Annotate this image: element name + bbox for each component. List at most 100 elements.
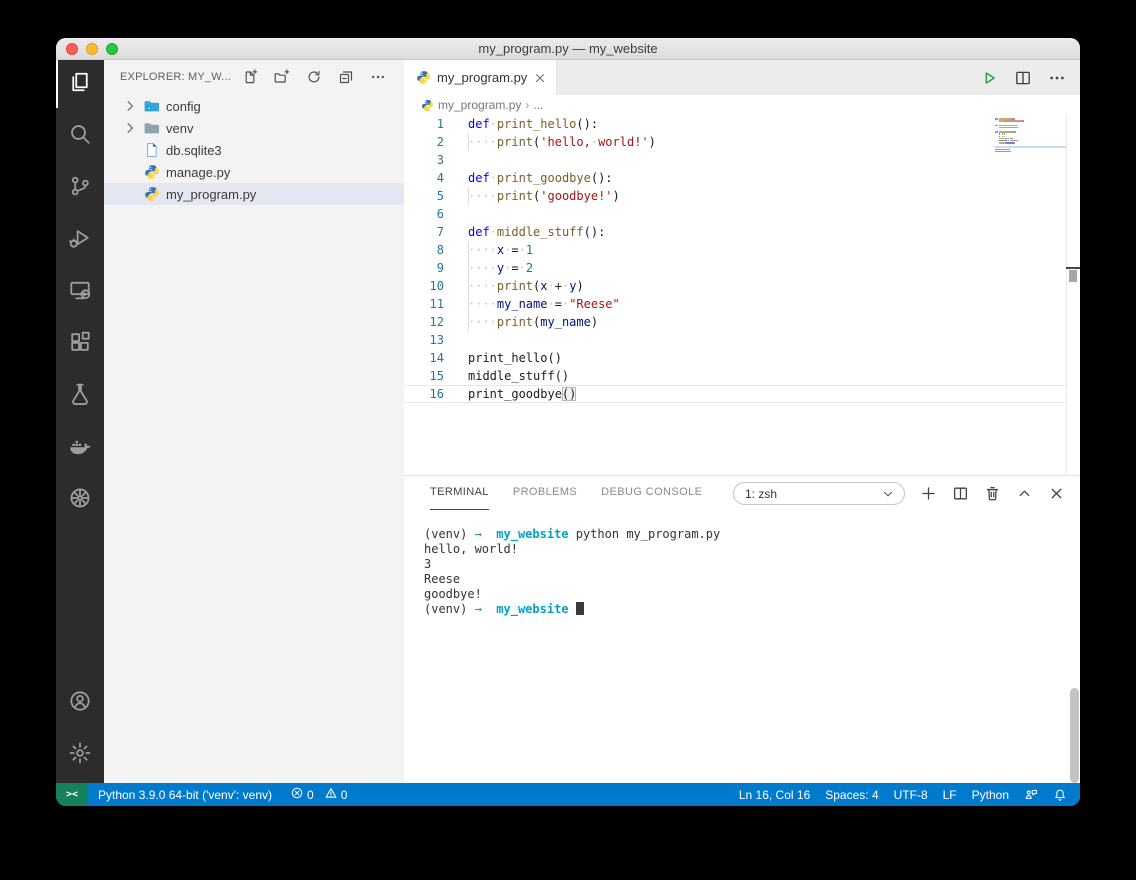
code-line[interactable]: 7 def·middle_stuff(): xyxy=(404,223,1066,241)
code-line[interactable]: 2 ····print('hello,·world!') xyxy=(404,133,1066,151)
code-line[interactable]: 1 def·print_hello(): xyxy=(404,115,1066,133)
split-terminal-icon[interactable] xyxy=(952,485,969,502)
indentation-status[interactable]: Spaces: 4 xyxy=(825,788,878,802)
cursor-position-status[interactable]: Ln 16, Col 16 xyxy=(739,788,810,802)
code-line[interactable]: 9 ····y·=·2 xyxy=(404,259,1066,277)
panel-tab-problems[interactable]: PROBLEMS xyxy=(513,476,577,510)
file-tree-item-venv[interactable]: venv xyxy=(104,117,404,139)
indent-guide xyxy=(468,313,469,331)
breadcrumb[interactable]: my_program.py › ... xyxy=(404,95,1080,115)
breadcrumb-more[interactable]: ... xyxy=(533,98,543,112)
panel-tab-debug-console[interactable]: DEBUG CONSOLE xyxy=(601,476,702,510)
python-interpreter-status[interactable]: Python 3.9.0 64-bit ('venv': venv) xyxy=(98,788,272,802)
activity-item-explorer[interactable] xyxy=(56,60,104,108)
more-actions-icon[interactable] xyxy=(1048,69,1066,87)
maximize-panel-icon[interactable] xyxy=(1016,485,1033,502)
line-number: 6 xyxy=(436,207,444,221)
code-line[interactable]: 5 ····print('goodbye!') xyxy=(404,187,1066,205)
code-line[interactable]: 8 ····x·=·1 xyxy=(404,241,1066,259)
notifications-bell-icon[interactable] xyxy=(1053,788,1067,802)
new-folder-icon[interactable] xyxy=(272,67,292,87)
activity-item-docker[interactable] xyxy=(56,424,104,472)
code-editor[interactable]: 1 def·print_hello(): 2 ····print('hello,·wo… xyxy=(404,115,1066,403)
file-label: my_program.py xyxy=(166,186,257,202)
code-line[interactable]: 15 middle_stuff() xyxy=(404,367,1066,385)
collapse-folders-icon[interactable] xyxy=(336,67,356,87)
overview-ruler xyxy=(1066,115,1067,475)
new-terminal-icon[interactable] xyxy=(920,485,937,502)
terminal-line: (venv) → my_website xyxy=(424,602,720,617)
explorer-title: EXPLORER: MY_W... xyxy=(120,71,231,83)
problems-status[interactable]: 0 0 xyxy=(290,786,347,803)
activity-item-settings[interactable] xyxy=(56,731,104,779)
minimize-window-button[interactable] xyxy=(86,43,98,55)
explorer-actions xyxy=(240,67,388,87)
activity-item-remote-explorer[interactable] xyxy=(56,268,104,316)
code-line[interactable]: 11 ····my_name·=·"Reese" xyxy=(404,295,1066,313)
file-label: db.sqlite3 xyxy=(166,142,222,158)
activity-item-search[interactable] xyxy=(56,112,104,160)
code-line[interactable]: 16 print_goodbye() xyxy=(404,385,1066,403)
close-tab-icon[interactable] xyxy=(533,70,548,86)
file-tree-item-db.sqlite3[interactable]: db.sqlite3 xyxy=(104,139,404,161)
editor-area: my_program.py my_program.py › ... 1 def·p… xyxy=(404,60,1080,475)
file-tree: config venv db.sqlite3 manage.py my_program.… xyxy=(104,95,404,205)
kill-terminal-icon[interactable] xyxy=(984,485,1001,502)
chevron-right-icon xyxy=(122,120,138,136)
docker-icon xyxy=(68,434,92,463)
run-python-file-icon[interactable] xyxy=(980,69,998,87)
testing-icon xyxy=(68,382,92,411)
terminal-scrollbar[interactable] xyxy=(1070,688,1079,783)
encoding-status[interactable]: UTF-8 xyxy=(894,788,928,802)
indent-guide xyxy=(468,133,469,151)
code-line[interactable]: 6 xyxy=(404,205,1066,223)
run-debug-icon xyxy=(68,226,92,255)
split-editor-icon[interactable] xyxy=(1014,69,1032,87)
folder-icon xyxy=(144,120,160,136)
panel-actions xyxy=(920,476,1065,510)
terminal-line: Reese xyxy=(424,572,461,586)
line-number: 1 xyxy=(436,117,444,131)
feedback-icon[interactable] xyxy=(1024,788,1038,802)
code-line[interactable]: 13 xyxy=(404,331,1066,349)
remote-indicator[interactable]: >< xyxy=(56,783,88,806)
close-window-button[interactable] xyxy=(66,43,78,55)
eol-status[interactable]: LF xyxy=(943,788,957,802)
editor-scrollbar-handle[interactable] xyxy=(1069,270,1077,282)
activity-item-kubernetes[interactable] xyxy=(56,476,104,524)
code-line[interactable]: 14 print_hello() xyxy=(404,349,1066,367)
activity-item-source-control[interactable] xyxy=(56,164,104,212)
activity-item-testing[interactable] xyxy=(56,372,104,420)
line-number: 13 xyxy=(429,333,444,347)
refresh-explorer-icon[interactable] xyxy=(304,67,324,87)
breadcrumb-file[interactable]: my_program.py xyxy=(438,98,521,112)
zoom-window-button[interactable] xyxy=(106,43,118,55)
terminal-output[interactable]: (venv) → my_website python my_program.py… xyxy=(424,527,720,617)
terminal-line: goodbye! xyxy=(424,587,482,601)
titlebar: my_program.py — my_website xyxy=(56,38,1080,60)
terminal-line: 3 xyxy=(424,557,432,571)
more-actions-icon[interactable] xyxy=(368,67,388,87)
activity-item-account[interactable] xyxy=(56,679,104,727)
error-count: 0 xyxy=(307,787,314,802)
file-tree-item-manage.py[interactable]: manage.py xyxy=(104,161,404,183)
close-panel-icon[interactable] xyxy=(1048,485,1065,502)
file-tree-item-my_program.py[interactable]: my_program.py xyxy=(104,183,404,205)
language-mode-status[interactable]: Python xyxy=(972,788,1009,802)
code-line[interactable]: 12 ····print(my_name) xyxy=(404,313,1066,331)
activity-item-extensions[interactable] xyxy=(56,320,104,368)
file-label: manage.py xyxy=(166,164,231,180)
python-icon xyxy=(144,186,160,202)
activity-item-run-debug[interactable] xyxy=(56,216,104,264)
code-line[interactable]: 10 ····print(x·+·y) xyxy=(404,277,1066,295)
terminal-cursor xyxy=(575,602,584,615)
file-db-icon xyxy=(144,142,160,158)
new-file-icon[interactable] xyxy=(240,67,260,87)
code-line[interactable]: 4 def·print_goodbye(): xyxy=(404,169,1066,187)
file-tree-item-config[interactable]: config xyxy=(104,95,404,117)
terminal-picker-dropdown[interactable]: 1: zsh xyxy=(733,482,905,505)
panel-tab-terminal[interactable]: TERMINAL xyxy=(430,476,489,510)
files-icon xyxy=(68,70,92,99)
code-line[interactable]: 3 xyxy=(404,151,1066,169)
tab-my-program[interactable]: my_program.py xyxy=(404,60,557,95)
